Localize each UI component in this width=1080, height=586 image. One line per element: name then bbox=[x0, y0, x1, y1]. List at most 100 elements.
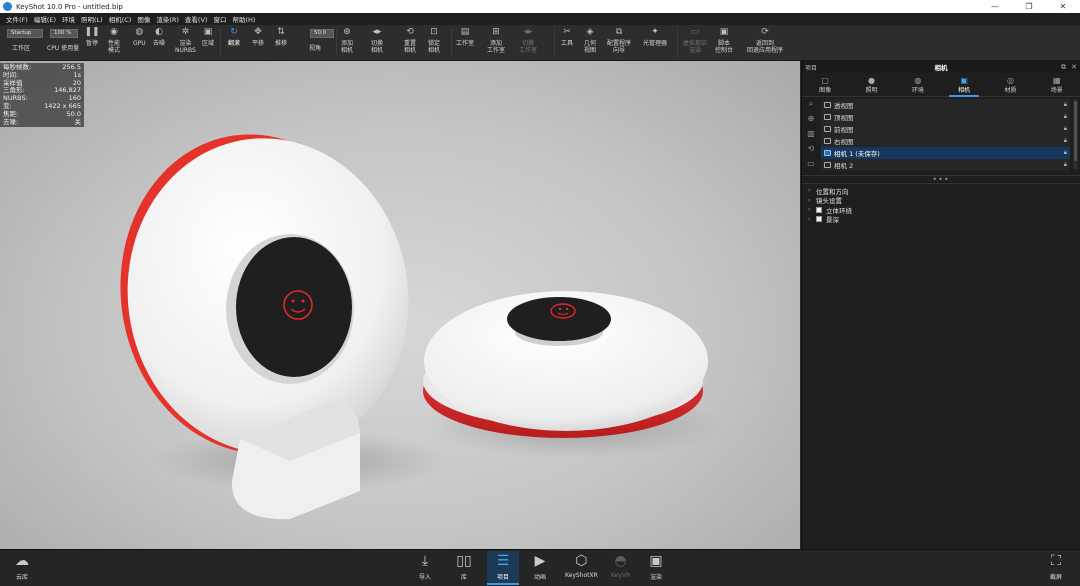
cloud-library-button[interactable]: ☁ 云库 bbox=[14, 553, 30, 581]
menu-render[interactable]: 渲染(R) bbox=[153, 14, 182, 24]
library-button[interactable]: ▯▯ 库 bbox=[456, 553, 472, 581]
light-manager-button[interactable]: ✦ 光管理器 bbox=[643, 27, 667, 47]
denoise-icon: ◐ bbox=[155, 27, 163, 37]
maximize-button[interactable]: ❐ bbox=[1012, 2, 1046, 11]
minimize-button[interactable]: — bbox=[978, 2, 1012, 11]
camera-icon bbox=[824, 137, 831, 144]
section-stereo[interactable]: › 立体环绕 bbox=[808, 205, 1074, 215]
scrollbar-thumb[interactable] bbox=[1074, 101, 1077, 161]
geometry-view-button[interactable]: ◈ 几何 视图 bbox=[584, 27, 596, 54]
bulb-icon: ● bbox=[867, 75, 875, 85]
screenshot-icon: ⛶ bbox=[1051, 553, 1061, 569]
lock-icon[interactable]: 🔒︎ bbox=[1064, 149, 1067, 157]
render-nurbs-button[interactable]: ✲ 渲染 NURBS bbox=[175, 27, 196, 54]
menu-window[interactable]: 窗口 bbox=[210, 14, 229, 24]
camera-item-right[interactable]: 右视图 🔒︎ bbox=[821, 135, 1070, 147]
render-button[interactable]: ▣ 渲染 bbox=[648, 553, 664, 581]
menu-help[interactable]: 帮助(H) bbox=[229, 14, 258, 24]
script-console-button[interactable]: ▣ 脚本 控制台 bbox=[715, 27, 733, 54]
ribbon-toolbar: Startup 工作区 100 % CPU 使用量 ❚❚ 暂停 ◉ 性能 模式 ◍ G… bbox=[0, 25, 1080, 85]
camera-icon bbox=[824, 113, 831, 120]
camera-list: 透视图 🔒︎ 顶视图 🔒︎ 前视图 🔒︎ 右视图 🔒︎ 相机 1 (未保存) 🔒︎ 相机 … bbox=[821, 99, 1070, 171]
stereo-checkbox[interactable] bbox=[816, 206, 822, 213]
tab-image[interactable]: ▢ 图像 bbox=[802, 73, 848, 96]
light-manager-label: 光管理器 bbox=[643, 40, 668, 47]
gpu-button[interactable]: ◍ GPU bbox=[133, 27, 146, 47]
camera-item-top[interactable]: 顶视图 🔒︎ bbox=[821, 111, 1070, 123]
tab-scene[interactable]: ▦ 场景 bbox=[1034, 73, 1080, 96]
add-camera-icon[interactable]: ⊕ bbox=[806, 114, 816, 124]
lock-icon[interactable]: 🔒︎ bbox=[1064, 137, 1067, 145]
camera-view-icon[interactable]: ▭ bbox=[806, 159, 816, 169]
close-button[interactable]: ✕ bbox=[1046, 2, 1080, 11]
project-button[interactable]: ☰ 项目 bbox=[495, 553, 511, 581]
lock-icon[interactable]: 🔒︎ bbox=[1064, 161, 1067, 169]
camera-item-front[interactable]: 前视图 🔒︎ bbox=[821, 123, 1070, 135]
menu-view[interactable]: 查看(V) bbox=[182, 14, 211, 24]
camera-item-perspective[interactable]: 透视图 🔒︎ bbox=[821, 99, 1070, 111]
pause-button[interactable]: ❚❚ 暂停 bbox=[84, 27, 99, 47]
lock-icon[interactable]: 🔒︎ bbox=[1064, 125, 1067, 133]
section-label: 景深 bbox=[826, 216, 839, 225]
delete-icon[interactable]: ▥ bbox=[806, 129, 816, 139]
animation-button[interactable]: ▶ 动画 bbox=[532, 553, 548, 581]
tumble-button[interactable]: ↻ 翻滚 bbox=[228, 27, 240, 47]
project-icon: ☰ bbox=[496, 553, 510, 569]
studio-button[interactable]: ▤ 工作室 bbox=[456, 27, 474, 47]
add-camera-icon: ⊕ bbox=[343, 27, 351, 37]
menu-image[interactable]: 图像 bbox=[134, 14, 153, 24]
add-studio-button[interactable]: ⊞ 添加 工作室 bbox=[487, 27, 505, 54]
return-app-button[interactable]: ⟳ 返回到 回退应用程序 bbox=[747, 27, 783, 54]
lock-icon[interactable]: 🔒︎ bbox=[1064, 101, 1067, 109]
dolly-button[interactable]: ⇅ 推移 bbox=[275, 27, 287, 47]
tab-environment[interactable]: ◍ 环境 bbox=[895, 73, 941, 96]
menu-camera[interactable]: 相机(C) bbox=[106, 14, 135, 24]
panel-resize-handle[interactable]: ••• bbox=[802, 175, 1080, 184]
section-lens-settings[interactable]: › 镜头设置 bbox=[808, 196, 1074, 206]
pan-label: 平移 bbox=[252, 40, 265, 47]
menu-bar: 文件(F) 编辑(E) 环境 照明(L) 相机(C) 图像 渲染(R) 查看(V… bbox=[0, 13, 1080, 25]
keyshotxr-button[interactable]: ⬡ KeyShotXR bbox=[565, 553, 598, 579]
studio-icon: ▤ bbox=[460, 27, 470, 37]
workspace-select[interactable]: Startup bbox=[7, 29, 43, 38]
keyvr-button[interactable]: ◓ KeyVR bbox=[611, 553, 630, 579]
import-button[interactable]: ⤓ 导入 bbox=[417, 553, 433, 581]
configurator-wizard-button[interactable]: ⧉ 配置程序 向导 bbox=[607, 27, 631, 54]
switch-camera-button[interactable]: ◂▸ 切换 相机 bbox=[371, 27, 383, 54]
add-camera-button[interactable]: ⊕ 添加 相机 bbox=[341, 27, 353, 54]
region-button[interactable]: ▣ 区域 bbox=[202, 27, 214, 47]
tab-lighting[interactable]: ● 照明 bbox=[848, 73, 894, 96]
denoise-button[interactable]: ◐ 去噪 bbox=[153, 27, 165, 47]
menu-environment[interactable]: 环境 bbox=[59, 14, 78, 24]
field-of-view-field[interactable]: 50.0 bbox=[310, 29, 334, 38]
tab-material[interactable]: ◎ 材质 bbox=[987, 73, 1033, 96]
search-icon[interactable]: ⌕ bbox=[806, 99, 816, 109]
menu-file[interactable]: 文件(F) bbox=[3, 14, 31, 24]
camera-icon bbox=[824, 149, 831, 156]
camera-item-camera-2[interactable]: 相机 2 🔒︎ bbox=[821, 159, 1070, 171]
render-viewport[interactable]: 每秒帧数: 256.5 时间: 1s 采样值 20 三角形: 146,827 NURBS… bbox=[0, 61, 800, 549]
screenshot-button[interactable]: ⛶ 截屏 bbox=[1048, 553, 1064, 581]
section-position-orientation[interactable]: › 位置和方向 bbox=[808, 186, 1074, 196]
camera-orbit-icon[interactable]: ⟲ bbox=[806, 144, 816, 154]
cpu-usage-field[interactable]: 100 % bbox=[50, 29, 78, 38]
depth-of-field-checkbox[interactable] bbox=[816, 216, 822, 223]
lock-icon: ⊡ bbox=[430, 27, 438, 37]
menu-lighting[interactable]: 照明(L) bbox=[78, 14, 106, 24]
add-studio-label: 添加 工作室 bbox=[487, 40, 506, 54]
tools-button[interactable]: ✂ 工具 bbox=[561, 27, 573, 47]
dock-label: KeyVR bbox=[611, 572, 631, 579]
switch-studio-button[interactable]: ◂▸ 切换 工作室 bbox=[519, 27, 537, 54]
lock-camera-button[interactable]: ⊡ 锁定 相机 bbox=[428, 27, 440, 54]
reset-camera-button[interactable]: ⟲ 重置 相机 bbox=[404, 27, 416, 54]
tab-camera[interactable]: ▣ 相机 bbox=[941, 73, 987, 97]
section-depth-of-field[interactable]: › 景深 bbox=[808, 215, 1074, 225]
menu-edit[interactable]: 编辑(E) bbox=[31, 14, 59, 24]
camera-list-scrollbar[interactable] bbox=[1073, 99, 1078, 169]
lock-icon[interactable]: 🔒︎ bbox=[1064, 113, 1067, 121]
camera-item-camera-1[interactable]: 相机 1 (未保存) 🔒︎ bbox=[821, 147, 1070, 159]
stat-value: 关 bbox=[74, 117, 82, 126]
pan-button[interactable]: ✥ 平移 bbox=[252, 27, 264, 47]
vr-render-button[interactable]: ▭ 虚拟现实 渲染 bbox=[683, 27, 707, 54]
performance-mode-button[interactable]: ◉ 性能 模式 bbox=[108, 27, 120, 54]
